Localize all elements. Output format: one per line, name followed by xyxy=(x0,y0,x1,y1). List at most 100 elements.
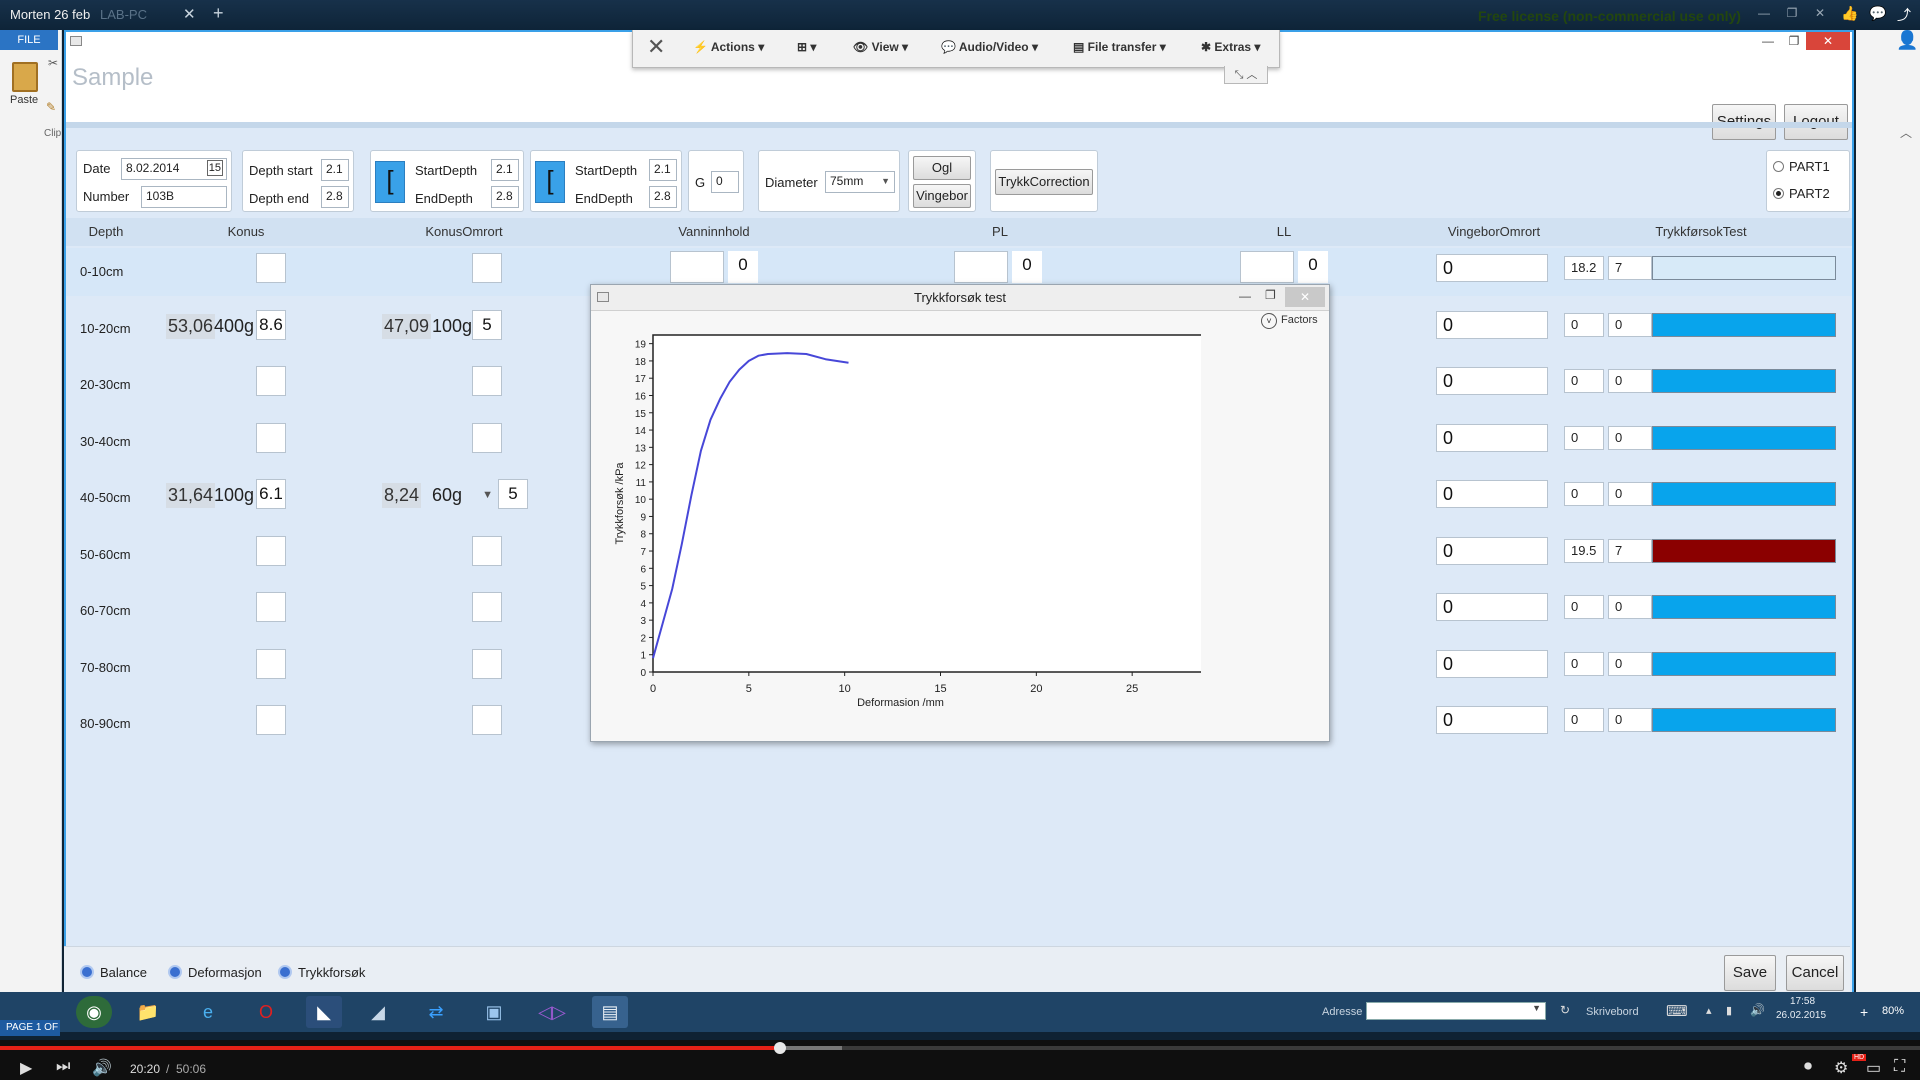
trykkforsok-value-2[interactable]: 0 xyxy=(1608,652,1652,676)
trykkforsok-value-2[interactable]: 0 xyxy=(1608,595,1652,619)
zoom-plus-icon[interactable]: + xyxy=(1860,1004,1868,1020)
trykkforsok-value-2[interactable]: 0 xyxy=(1608,426,1652,450)
trykkforsok-value-1[interactable]: 0 xyxy=(1564,482,1604,506)
trykkforsok-value-2[interactable]: 0 xyxy=(1608,369,1652,393)
toolbar-collapse-tab[interactable]: ⤡ ︿ xyxy=(1224,66,1268,84)
vanninnhold-value[interactable]: 0 xyxy=(728,251,758,283)
trykkforsok-status-bar[interactable] xyxy=(1652,256,1836,280)
dialog-minimize-icon[interactable]: — xyxy=(1239,289,1251,303)
legend-label[interactable]: Deformasjon xyxy=(188,965,262,980)
legend-dot[interactable] xyxy=(80,965,94,979)
trykkforsok-status-bar[interactable] xyxy=(1652,539,1836,563)
format-painter-icon[interactable]: ✎ xyxy=(46,100,56,114)
konus-input[interactable] xyxy=(256,705,286,735)
new-tab-icon[interactable]: + xyxy=(213,3,224,24)
trykkforsok-status-bar[interactable] xyxy=(1652,595,1836,619)
visual-studio-icon[interactable]: ◁▷ xyxy=(534,996,570,1028)
number-input[interactable]: 103B xyxy=(141,186,227,208)
next-icon[interactable]: ⏭ xyxy=(56,1058,70,1076)
vingebor-omrort-input[interactable]: 0 xyxy=(1436,254,1548,282)
konus-input[interactable] xyxy=(256,649,286,679)
konus-omrort-input[interactable] xyxy=(472,253,502,283)
account-icon[interactable]: 👤 xyxy=(1896,30,1918,51)
vingebor-omrort-input[interactable]: 0 xyxy=(1436,593,1548,621)
file-transfer-menu[interactable]: ▤ File transfer ▾ xyxy=(1073,40,1166,54)
file-menu-button[interactable]: FILE xyxy=(0,30,58,50)
vingebor-omrort-input[interactable]: 0 xyxy=(1436,424,1548,452)
vingebor-button[interactable]: Vingebor xyxy=(913,184,971,208)
vingebor-omrort-input[interactable]: 0 xyxy=(1436,706,1548,734)
konus-input[interactable]: 6.1 xyxy=(256,479,286,509)
konus-omrort-input[interactable] xyxy=(472,366,502,396)
volume-icon[interactable]: 🔊 xyxy=(1750,1003,1765,1017)
network-icon[interactable]: ▮ xyxy=(1726,1004,1732,1017)
factors-label[interactable]: Factors xyxy=(1281,314,1318,326)
tray-arrow-icon[interactable]: ▴ xyxy=(1706,1004,1712,1017)
start-depth-input-2[interactable]: 2.1 xyxy=(649,159,677,181)
konus-omrort-dropdown-chevron-icon[interactable]: ▼ xyxy=(430,479,494,509)
trykkforsok-value-2[interactable]: 0 xyxy=(1608,482,1652,506)
konus-input[interactable] xyxy=(256,536,286,566)
trykkforsok-value-1[interactable]: 0 xyxy=(1564,426,1604,450)
trykkforsok-status-bar[interactable] xyxy=(1652,708,1836,732)
trykkforsok-status-bar[interactable] xyxy=(1652,426,1836,450)
vanninnhold-input[interactable] xyxy=(670,251,724,283)
paste-label[interactable]: Paste xyxy=(10,94,38,106)
part1-radio[interactable] xyxy=(1773,161,1784,172)
trykkforsok-value-1[interactable]: 0 xyxy=(1564,708,1604,732)
vingebor-omrort-input[interactable]: 0 xyxy=(1436,480,1548,508)
konus-omrort-input[interactable] xyxy=(472,592,502,622)
window-close-button[interactable]: ✕ xyxy=(1806,32,1850,50)
theater-mode-icon[interactable]: ▭ xyxy=(1866,1058,1881,1078)
cut-icon[interactable]: ✂ xyxy=(48,56,58,70)
bracket-left-icon[interactable]: [ xyxy=(375,161,405,203)
start-orb-icon[interactable]: ◉ xyxy=(76,996,112,1028)
desktop-toolbar-label[interactable]: Skrivebord xyxy=(1586,1006,1639,1018)
pl-value[interactable]: 0 xyxy=(1012,251,1042,283)
address-input[interactable]: ▼ xyxy=(1366,1002,1546,1020)
konus-input[interactable]: 8.6 xyxy=(256,310,286,340)
bracket-right-icon[interactable]: [ xyxy=(535,161,565,203)
restore-icon[interactable]: ❐ xyxy=(1780,3,1804,23)
windows-menu-icon[interactable]: ⊞ ▾ xyxy=(797,40,816,54)
volume-icon[interactable]: 🔊 xyxy=(92,1058,112,1078)
vingebor-omrort-input[interactable]: 0 xyxy=(1436,650,1548,678)
trykkforsok-value-1[interactable]: 0 xyxy=(1564,369,1604,393)
calendar-icon[interactable]: 15 xyxy=(206,160,223,176)
vingebor-omrort-input[interactable]: 0 xyxy=(1436,537,1548,565)
konus-input[interactable] xyxy=(256,423,286,453)
dialog-restore-icon[interactable]: ❐ xyxy=(1265,288,1276,302)
g-input[interactable]: 0 xyxy=(711,171,739,193)
opera-icon[interactable]: O xyxy=(248,996,284,1028)
trykkforsok-value-1[interactable]: 19.5 xyxy=(1564,539,1604,563)
trykkforsok-value-1[interactable]: 0 xyxy=(1564,595,1604,619)
trykkforsok-value-1[interactable]: 18.2 xyxy=(1564,256,1604,280)
legend-label[interactable]: Balance xyxy=(100,965,147,980)
trykkforsok-value-2[interactable]: 7 xyxy=(1608,539,1652,563)
save-button[interactable]: Save xyxy=(1724,955,1776,991)
ogl-button[interactable]: Ogl xyxy=(913,156,971,180)
trykkforsok-status-bar[interactable] xyxy=(1652,369,1836,393)
trykkforsok-value-2[interactable]: 7 xyxy=(1608,256,1652,280)
teamviewer-icon[interactable]: ⇄ xyxy=(418,996,454,1028)
trykkforsok-status-bar[interactable] xyxy=(1652,652,1836,676)
chat-icon[interactable]: 💬 xyxy=(1868,5,1888,25)
trykkforsok-status-bar[interactable] xyxy=(1652,313,1836,337)
play-icon[interactable]: ▶ xyxy=(20,1058,32,1078)
internet-explorer-icon[interactable]: e xyxy=(190,996,226,1028)
date-input[interactable]: 8.02.2014 15 xyxy=(121,158,227,180)
legend-label[interactable]: Trykkforsøk xyxy=(298,965,365,980)
settings-gear-icon[interactable]: ⚙ xyxy=(1834,1058,1848,1078)
factors-expand-icon[interactable]: ˅ xyxy=(1261,313,1277,329)
dialog-close-button[interactable]: ✕ xyxy=(1285,287,1325,307)
legend-dot[interactable] xyxy=(168,965,182,979)
part2-label[interactable]: PART2 xyxy=(1789,186,1830,201)
start-depth-input-1[interactable]: 2.1 xyxy=(491,159,519,181)
konus-input[interactable] xyxy=(256,253,286,283)
eraser-icon[interactable]: ◢ xyxy=(360,996,396,1028)
trykkforsok-status-bar[interactable] xyxy=(1652,482,1836,506)
audio-video-menu[interactable]: 💬 Audio/Video ▾ xyxy=(941,40,1038,54)
cancel-button[interactable]: Cancel xyxy=(1786,955,1844,991)
sql-icon[interactable]: ◣ xyxy=(306,996,342,1028)
trykkforsok-value-2[interactable]: 0 xyxy=(1608,708,1652,732)
